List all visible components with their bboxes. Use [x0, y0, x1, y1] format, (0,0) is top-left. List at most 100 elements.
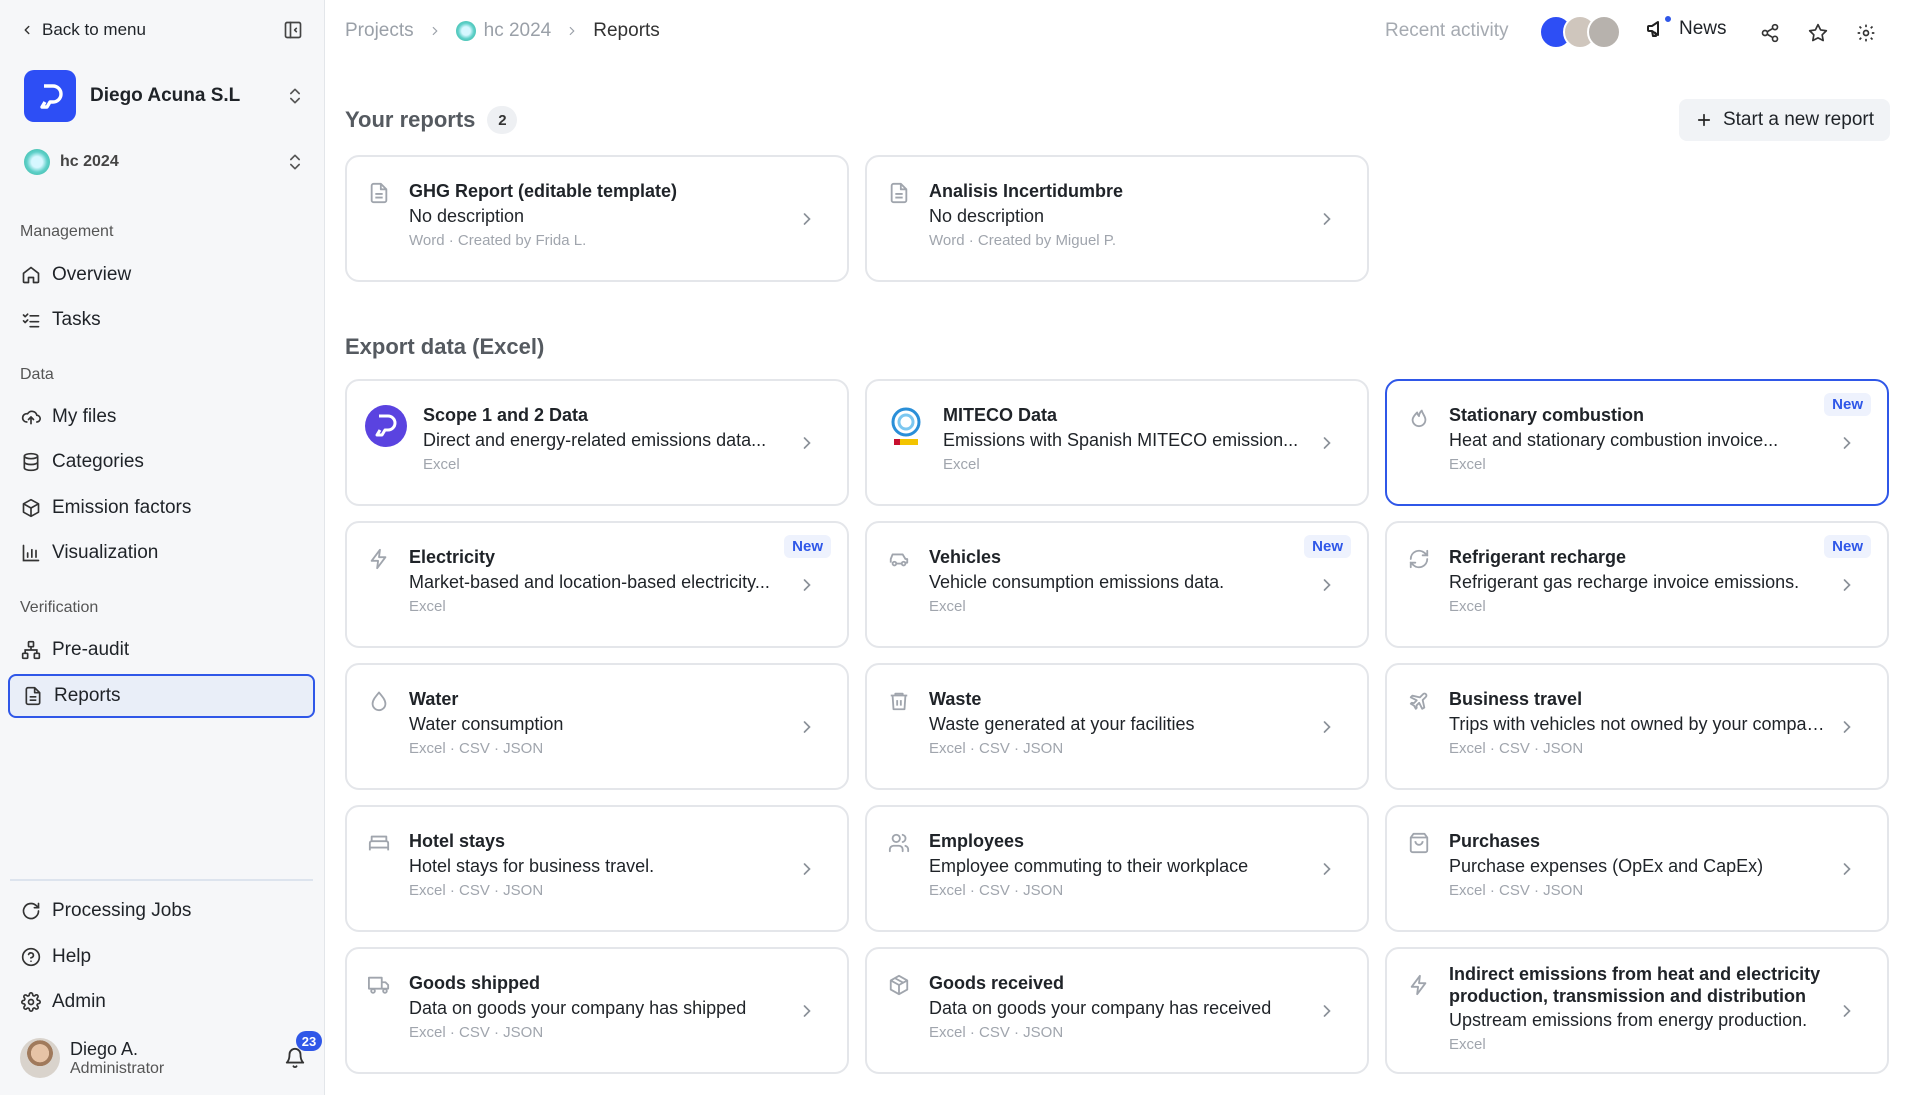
card-description: Market-based and location-based electric… — [409, 572, 770, 592]
chevron-right-icon — [1837, 1001, 1857, 1021]
user-profile[interactable]: Diego A. Administrator 23 — [20, 1031, 322, 1080]
card-meta: Excel · CSV · JSON — [1449, 740, 1584, 757]
card-text: Business travel Trips with vehicles not … — [1449, 687, 1827, 761]
project-name: hc 2024 — [60, 153, 119, 170]
export-card-goods-received[interactable]: Goods received Data on goods your compan… — [865, 947, 1369, 1074]
report-card[interactable]: GHG Report (editable template) No descri… — [345, 155, 849, 282]
chevron-updown-icon — [285, 86, 305, 106]
sidebar-item-categories[interactable]: Categories — [8, 440, 315, 484]
report-count-badge: 2 — [487, 106, 518, 134]
export-card-waste[interactable]: Waste Waste generated at your facilities… — [865, 663, 1369, 790]
new-badge: New — [1824, 393, 1871, 416]
export-card-employees[interactable]: Employees Employee commuting to their wo… — [865, 805, 1369, 932]
card-description: Purchase expenses (OpEx and CapEx) — [1449, 856, 1764, 876]
project-switcher[interactable]: hc 2024 — [24, 148, 305, 176]
notifications-button[interactable]: 23 — [280, 1031, 322, 1073]
new-badge: New — [1824, 535, 1871, 558]
chevron-updown-icon — [285, 152, 305, 172]
breadcrumb-projects[interactable]: Projects — [345, 20, 414, 42]
sidebar-item-pre-audit[interactable]: Pre-audit — [8, 628, 315, 672]
help-icon — [20, 946, 42, 968]
card-meta: Excel · CSV · JSON — [929, 1024, 1064, 1041]
section-data: Data — [20, 366, 54, 383]
card-meta: Excel — [423, 456, 460, 473]
export-card-miteco[interactable]: MITECO Data Emissions with Spanish MITEC… — [865, 379, 1369, 506]
export-card-indirect-emissions[interactable]: Indirect emissions from heat and electri… — [1385, 947, 1889, 1074]
export-section-title: Export data (Excel) — [345, 334, 545, 359]
card-text: Refrigerant recharge Refrigerant gas rec… — [1449, 545, 1827, 619]
sidebar-item-reports[interactable]: Reports — [8, 674, 315, 718]
sidebar-item-label: Help — [52, 946, 92, 967]
sidebar-item-overview[interactable]: Overview — [8, 253, 315, 297]
card-meta: Excel · CSV · JSON — [1449, 882, 1584, 899]
sidebar-item-visualization[interactable]: Visualization — [8, 531, 315, 575]
card-title: Waste — [929, 689, 982, 709]
export-card-refrigerant-recharge[interactable]: New Refrigerant recharge Refrigerant gas… — [1385, 521, 1889, 648]
star-icon[interactable] — [1805, 20, 1831, 46]
export-card-electricity[interactable]: New Electricity Market-based and locatio… — [345, 521, 849, 648]
miteco-logo-icon — [885, 405, 927, 447]
card-text: MITECO Data Emissions with Spanish MITEC… — [943, 403, 1307, 477]
card-description: Data on goods your company has received — [929, 998, 1272, 1018]
share-icon[interactable] — [1757, 20, 1783, 46]
card-description: Emissions with Spanish MITECO emission..… — [943, 430, 1299, 450]
trash-icon — [887, 689, 911, 713]
sidebar-item-label: My files — [52, 406, 117, 427]
breadcrumb-project[interactable]: hc 2024 — [484, 20, 552, 42]
card-description: Waste generated at your facilities — [929, 714, 1195, 734]
org-switcher[interactable]: Diego Acuna S.L — [24, 70, 305, 122]
chevron-right-icon — [797, 433, 817, 453]
collaborator-avatars[interactable] — [1539, 15, 1621, 49]
export-card-stationary-combustion[interactable]: New Stationary combustion Heat and stati… — [1385, 379, 1889, 506]
card-title: Electricity — [409, 547, 496, 567]
export-card-scope-1-2[interactable]: Scope 1 and 2 Data Direct and energy-rel… — [345, 379, 849, 506]
bed-icon — [367, 831, 391, 855]
section-verification: Verification — [20, 599, 99, 616]
brand-logo-icon — [365, 405, 407, 447]
breadcrumb-current: Reports — [593, 20, 660, 41]
chevron-right-icon — [1837, 433, 1857, 453]
report-card[interactable]: Analisis Incertidumbre No description Wo… — [865, 155, 1369, 282]
card-meta: Excel · CSV · JSON — [929, 740, 1064, 757]
card-meta: Excel · CSV · JSON — [409, 1024, 544, 1041]
org-logo — [24, 70, 76, 122]
start-new-report-button[interactable]: Start a new report — [1678, 99, 1890, 141]
sidebar-item-my-files[interactable]: My files — [8, 395, 315, 439]
start-new-report-label: Start a new report — [1722, 109, 1874, 130]
export-card-vehicles[interactable]: New Vehicles Vehicle consumption emissio… — [865, 521, 1369, 648]
sidebar-item-admin[interactable]: Admin — [8, 980, 315, 1024]
home-icon — [20, 264, 42, 286]
settings-gear-icon[interactable] — [1853, 20, 1879, 46]
card-text: Indirect emissions from heat and electri… — [1449, 963, 1827, 1057]
export-card-goods-shipped[interactable]: Goods shipped Data on goods your company… — [345, 947, 849, 1074]
card-text: Purchases Purchase expenses (OpEx and Ca… — [1449, 829, 1827, 903]
sidebar-item-tasks[interactable]: Tasks — [8, 298, 315, 342]
sidebar-item-help[interactable]: Help — [8, 935, 315, 979]
card-description: No description — [929, 206, 1045, 226]
chevron-right-icon — [1837, 575, 1857, 595]
chevron-right-icon — [797, 1001, 817, 1021]
export-card-purchases[interactable]: Purchases Purchase expenses (OpEx and Ca… — [1385, 805, 1889, 932]
export-card-business-travel[interactable]: Business travel Trips with vehicles not … — [1385, 663, 1889, 790]
card-text: Waste Waste generated at your facilities… — [929, 687, 1307, 761]
card-text: Vehicles Vehicle consumption emissions d… — [929, 545, 1307, 619]
chevron-right-icon — [797, 717, 817, 737]
recent-activity-link[interactable]: Recent activity — [1385, 20, 1509, 42]
flame-icon — [1407, 405, 1431, 429]
sidebar-item-label: Admin — [52, 991, 106, 1012]
sidebar-item-emission-factors[interactable]: Emission factors — [8, 486, 315, 530]
chevron-right-icon — [797, 575, 817, 595]
card-description: No description — [409, 206, 525, 226]
card-meta: Word · Created by Frida L. — [409, 232, 587, 249]
sidebar-item-processing-jobs[interactable]: Processing Jobs — [8, 889, 315, 933]
plane-icon — [1407, 689, 1431, 713]
collapse-sidebar-icon[interactable] — [281, 18, 305, 42]
org-name: Diego Acuna S.L — [90, 85, 241, 106]
chevron-left-icon — [20, 23, 34, 37]
news-button[interactable]: News — [1645, 14, 1727, 42]
export-card-hotel-stays[interactable]: Hotel stays Hotel stays for business tra… — [345, 805, 849, 932]
card-description: Hotel stays for business travel. — [409, 856, 655, 876]
back-to-menu-link[interactable]: Back to menu — [20, 20, 146, 40]
sidebar-item-label: Categories — [52, 451, 144, 472]
export-card-water[interactable]: Water Water consumption Excel · CSV · JS… — [345, 663, 849, 790]
